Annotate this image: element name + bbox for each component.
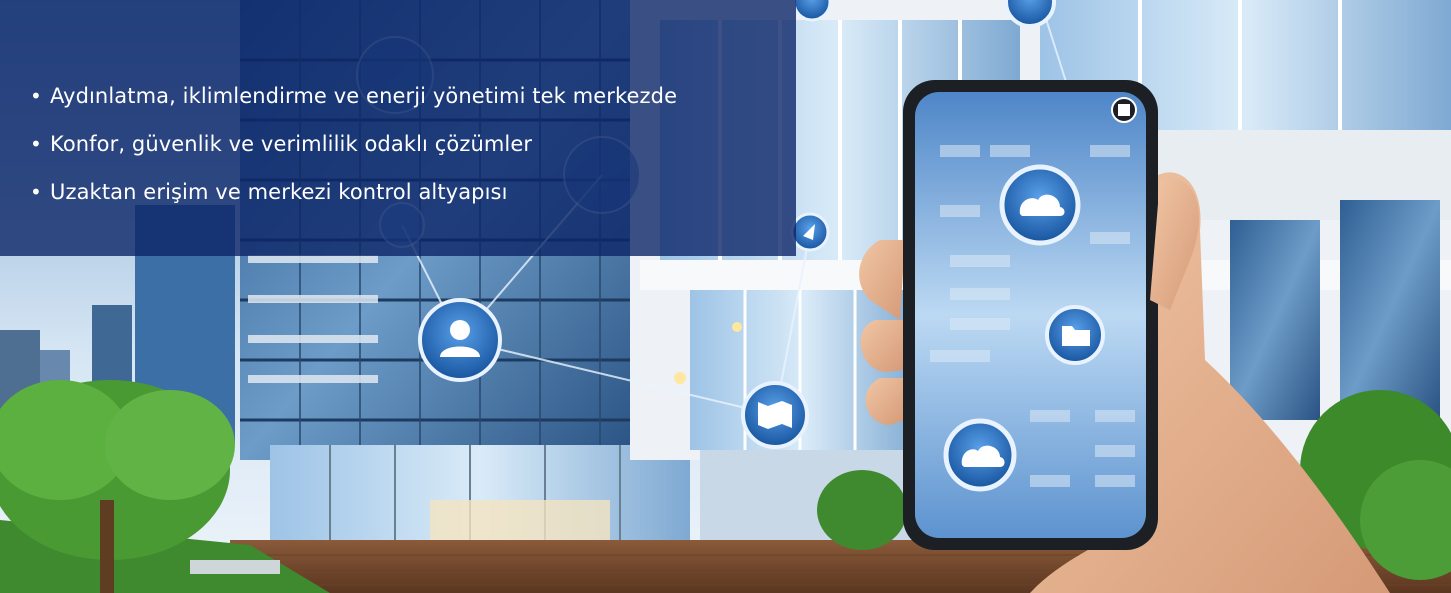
hero-banner: • Aydınlatma, iklimlendirme ve enerji yö…: [0, 0, 1451, 593]
user-icon: [418, 298, 502, 382]
folder-icon: [1045, 305, 1105, 365]
feature-item-remote-access: • Uzaktan erişim ve merkezi kontrol alty…: [30, 168, 677, 216]
feature-text: Konfor, güvenlik ve verimlilik odaklı çö…: [50, 132, 533, 156]
feature-text: Uzaktan erişim ve merkezi kontrol altyap…: [50, 180, 508, 204]
location-icon: [790, 212, 830, 252]
cloud-car-icon: [999, 164, 1081, 246]
bullet: •: [30, 84, 42, 108]
feature-item-comfort: • Konfor, güvenlik ve verimlilik odaklı …: [30, 120, 677, 168]
feature-text: Aydınlatma, iklimlendirme ve enerji yöne…: [50, 84, 678, 108]
feature-overlay-panel: • Aydınlatma, iklimlendirme ve enerji yö…: [0, 0, 796, 256]
bullet: •: [30, 180, 42, 204]
map-icon: [741, 381, 809, 449]
cloud-icon: [943, 418, 1017, 492]
feature-list: • Aydınlatma, iklimlendirme ve enerji yö…: [30, 72, 677, 216]
bullet: •: [30, 132, 42, 156]
feature-item-lighting: • Aydınlatma, iklimlendirme ve enerji yö…: [30, 72, 677, 120]
